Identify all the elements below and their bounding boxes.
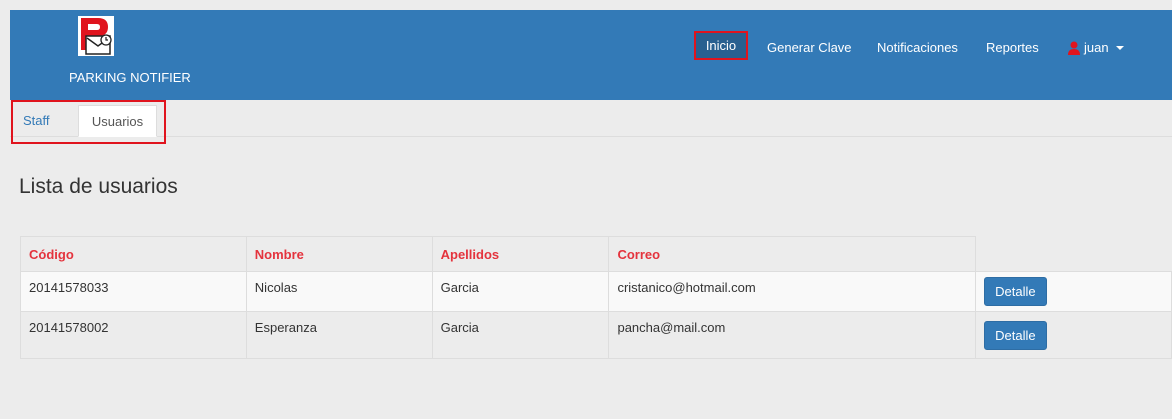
table-row: 20141578002 Esperanza Garcia pancha@mail… (20, 311, 1172, 359)
user-menu[interactable]: juan (1068, 40, 1124, 55)
nav-link-reportes[interactable]: Reportes (986, 40, 1039, 56)
user-icon (1068, 41, 1080, 55)
user-name: juan (1084, 40, 1109, 55)
cell-action: Detalle (975, 311, 1172, 359)
cell-action: Detalle (975, 271, 1172, 312)
detalle-button[interactable]: Detalle (984, 277, 1047, 306)
column-header-actions (975, 236, 1172, 272)
tab-bar (10, 100, 1172, 137)
cell-correo: pancha@mail.com (608, 311, 977, 359)
table-header-row: Código Nombre Apellidos Correo (20, 236, 1172, 272)
caret-down-icon (1115, 45, 1124, 50)
cell-correo: cristanico@hotmail.com (608, 271, 977, 312)
nav-link-generar-clave[interactable]: Generar Clave (767, 40, 852, 56)
column-header-nombre: Nombre (245, 236, 433, 272)
tabs-highlight-box (11, 100, 166, 144)
nav-link-inicio[interactable]: Inicio (694, 31, 748, 60)
table-row: 20141578033 Nicolas Garcia cristanico@ho… (20, 271, 1172, 312)
column-header-apellidos: Apellidos (431, 236, 610, 272)
column-header-correo: Correo (608, 236, 977, 272)
detalle-button[interactable]: Detalle (984, 320, 1047, 350)
cell-codigo: 20141578033 (20, 271, 247, 312)
cell-nombre: Esperanza (245, 311, 433, 359)
cell-nombre: Nicolas (245, 271, 433, 312)
column-header-codigo: Código (20, 236, 247, 272)
cell-codigo: 20141578002 (20, 311, 247, 359)
cell-apellidos: Garcia (431, 311, 610, 359)
page-title: Lista de usuarios (19, 175, 178, 198)
nav-link-notificaciones[interactable]: Notificaciones (877, 40, 958, 56)
cell-apellidos: Garcia (431, 271, 610, 312)
brand-text: PARKING NOTIFIER (69, 70, 191, 85)
parking-notifier-logo (78, 16, 114, 56)
users-table: Código Nombre Apellidos Correo 201415780… (20, 236, 1172, 359)
navbar: PARKING NOTIFIER Inicio Generar Clave No… (10, 10, 1172, 100)
